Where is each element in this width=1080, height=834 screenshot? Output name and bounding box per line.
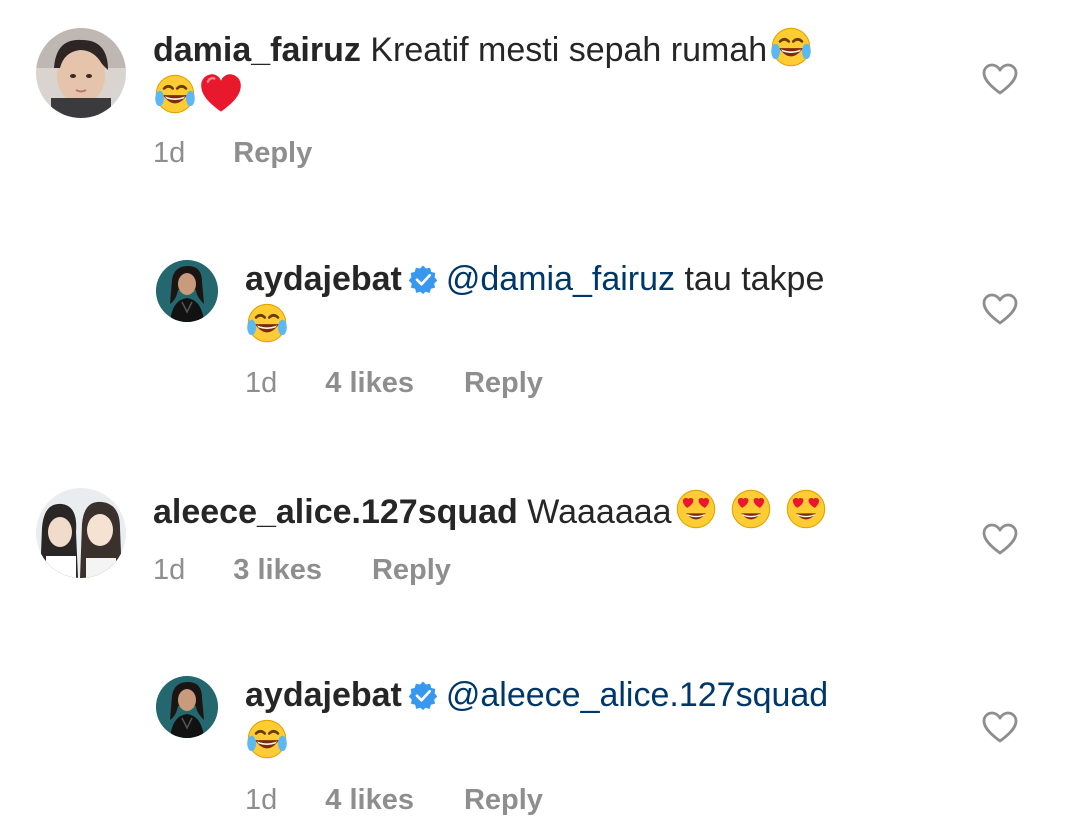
mention-link[interactable]: @aleece_alice.127squad bbox=[446, 676, 828, 714]
reply-button[interactable]: Reply bbox=[233, 137, 312, 170]
reply-item: aydajebat @aleece_alice.127squad 1d 4 lik… bbox=[0, 648, 1080, 834]
avatar[interactable] bbox=[156, 676, 218, 738]
verified-badge-icon bbox=[408, 680, 438, 710]
reply-button[interactable]: Reply bbox=[372, 554, 451, 587]
face-with-tears-of-joy-icon bbox=[245, 301, 289, 345]
avatar[interactable] bbox=[36, 28, 126, 118]
comment-time: 1d bbox=[245, 784, 278, 816]
red-heart-icon bbox=[199, 72, 243, 116]
heart-eyes-icon bbox=[729, 487, 773, 531]
reply-text: aydajebat @aleece_alice.127squad bbox=[245, 673, 945, 764]
reply-username[interactable]: aydajebat bbox=[245, 676, 402, 714]
reply-meta: 1d 4 likes Reply bbox=[245, 784, 543, 817]
like-heart-icon[interactable] bbox=[980, 290, 1020, 330]
comment-body: Kreatif mesti sepah rumah bbox=[370, 31, 768, 69]
like-heart-icon[interactable] bbox=[980, 520, 1020, 560]
comment-text: damia_fairuz Kreatif mesti sepah rumah bbox=[153, 25, 913, 119]
mention-link[interactable]: @damia_fairuz bbox=[446, 260, 675, 298]
likes-count[interactable]: 4 likes bbox=[325, 367, 414, 400]
like-heart-icon[interactable] bbox=[980, 60, 1020, 100]
comment-time: 1d bbox=[245, 367, 278, 399]
comment-body: Waaaaaa bbox=[527, 493, 672, 531]
comment-meta: 1d 3 likes Reply bbox=[153, 554, 451, 587]
avatar[interactable] bbox=[156, 260, 218, 322]
face-with-tears-of-joy-icon bbox=[769, 25, 813, 69]
verified-badge-icon bbox=[408, 264, 438, 294]
reply-body: tau takpe bbox=[684, 260, 825, 298]
like-heart-icon[interactable] bbox=[980, 708, 1020, 748]
comment-item: aleece_alice.127squad Waaaaaa 1d 3 likes… bbox=[0, 460, 1080, 640]
avatar[interactable] bbox=[36, 488, 126, 578]
comment-time: 1d bbox=[153, 554, 186, 586]
comment-meta: 1d Reply bbox=[153, 137, 312, 170]
reply-button[interactable]: Reply bbox=[464, 784, 543, 817]
likes-count[interactable]: 4 likes bbox=[325, 784, 414, 817]
face-with-tears-of-joy-icon bbox=[153, 72, 197, 116]
likes-count[interactable]: 3 likes bbox=[233, 554, 322, 587]
comment-username[interactable]: aleece_alice.127squad bbox=[153, 493, 518, 531]
comment-text: aleece_alice.127squad Waaaaaa bbox=[153, 487, 933, 534]
heart-eyes-icon bbox=[674, 487, 718, 531]
reply-meta: 1d 4 likes Reply bbox=[245, 367, 543, 400]
reply-button[interactable]: Reply bbox=[464, 367, 543, 400]
comment-item: damia_fairuz Kreatif mesti sepah rumah 1… bbox=[0, 0, 1080, 230]
face-with-tears-of-joy-icon bbox=[245, 717, 289, 761]
comment-time: 1d bbox=[153, 137, 186, 169]
comment-username[interactable]: damia_fairuz bbox=[153, 31, 361, 69]
reply-username[interactable]: aydajebat bbox=[245, 260, 402, 298]
reply-item: aydajebat @damia_fairuz tau takpe 1d 4 li… bbox=[0, 230, 1080, 460]
reply-text: aydajebat @damia_fairuz tau takpe bbox=[245, 257, 945, 348]
heart-eyes-icon bbox=[784, 487, 828, 531]
